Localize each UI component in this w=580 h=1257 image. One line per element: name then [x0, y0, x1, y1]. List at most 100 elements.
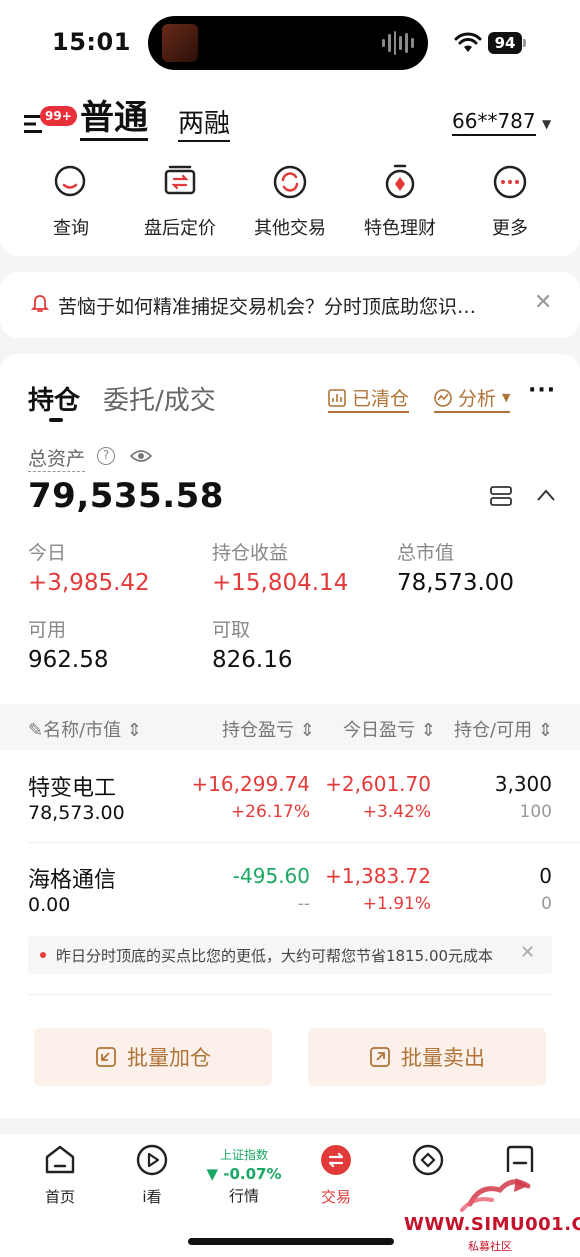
holding-pnl-percent: --: [297, 894, 310, 914]
withdrawable-value: 826.16: [212, 647, 293, 673]
quick-action-after-hours[interactable]: 盘后定价: [130, 164, 230, 240]
column-label: 今日盈亏: [343, 720, 415, 741]
batch-sell-button[interactable]: 批量卖出: [308, 1028, 546, 1086]
more-options-icon[interactable]: ···: [528, 378, 556, 403]
column-label: 持仓/可用: [454, 720, 533, 741]
tab-label: 交易: [320, 1188, 351, 1206]
quick-action-more[interactable]: 更多: [460, 164, 560, 240]
tab-normal-account[interactable]: 普通: [80, 98, 148, 141]
saving-tip[interactable]: 昨日分时顶底的买点比您的更低，大约可帮您节省1815.00元成本 ✕: [28, 936, 552, 974]
more-icon: [493, 165, 527, 199]
table-row[interactable]: 特变电工 78,573.00 +16,299.74 +26.17% +2,601…: [0, 754, 580, 840]
tab-market[interactable]: 上证指数 ▼ -0.07% 行情: [199, 1146, 289, 1206]
positions-card: 持仓 委托/成交 已清仓 分析 ▼ ··· 总资产 ? 79,535.58 今日…: [0, 354, 580, 1118]
header: 99+ 普通 两融 66**787 ▼: [0, 90, 580, 156]
today-pnl: +2,601.70: [325, 772, 431, 796]
tab-label: 首页: [44, 1188, 75, 1206]
notice-banner[interactable]: 苦恼于如何精准捕捉交易机会？分时顶底助您识… ✕: [0, 272, 580, 338]
positions-table-header: ✎名称/市值 ⇕ 持仓盈亏 ⇕ 今日盈亏 ⇕ 持仓/可用 ⇕: [0, 704, 580, 750]
battery-tip: [523, 39, 526, 47]
exchange-icon: [273, 165, 307, 199]
analysis-dropdown[interactable]: 分析 ▼: [434, 384, 511, 413]
tab-margin-account[interactable]: 两融: [178, 108, 231, 142]
stock-market-value: 78,573.00: [28, 802, 125, 824]
pencil-icon: ✎: [28, 720, 44, 741]
caret-down-icon[interactable]: ▼: [542, 117, 551, 131]
column-label: 名称/市值: [43, 720, 122, 741]
quick-action-other-trade[interactable]: 其他交易: [240, 164, 340, 240]
close-icon[interactable]: ✕: [520, 942, 535, 963]
play-icon: [136, 1144, 168, 1176]
analysis-label: 分析: [458, 388, 497, 410]
holding-pnl: +16,299.74: [191, 772, 310, 796]
status-bar: 15:01 94: [0, 0, 580, 90]
cleared-label: 已清仓: [352, 388, 410, 410]
now-playing-artwork: [162, 24, 198, 62]
holding-pnl-percent: +26.17%: [230, 802, 310, 822]
bell-icon: [30, 295, 50, 312]
search-icon: [54, 165, 86, 197]
market-value: 78,573.00: [397, 570, 515, 596]
today-pnl: +1,383.72: [325, 864, 431, 888]
tab-home[interactable]: 首页: [15, 1144, 105, 1207]
quick-action-wealth[interactable]: 特色理财: [350, 164, 450, 240]
column-holding-pnl[interactable]: 持仓盈亏 ⇕: [222, 716, 315, 742]
quick-action-query[interactable]: 查询: [21, 164, 121, 240]
caret-down-icon: ▼: [502, 391, 511, 404]
holding-pnl-value: +15,804.14: [212, 570, 349, 596]
tab-watch[interactable]: i看: [107, 1144, 197, 1207]
audio-wave-icon: [382, 30, 414, 56]
column-name-mv[interactable]: ✎名称/市值 ⇕: [28, 716, 142, 742]
total-asset-label[interactable]: 总资产: [28, 444, 86, 472]
account-selector[interactable]: 66**787: [452, 108, 536, 136]
status-time: 15:01: [52, 28, 131, 56]
quick-action-label: 盘后定价: [144, 218, 216, 239]
table-row[interactable]: 海格通信 0.00 -495.60 -- +1,383.72 +1.91% 0 …: [0, 844, 580, 930]
tab-label: 行情: [228, 1187, 259, 1205]
watermark-subtext: 私募社区: [468, 1240, 512, 1253]
home-indicator[interactable]: [188, 1238, 394, 1245]
holding-quantity: 0: [539, 864, 552, 888]
available-label: 可用: [28, 619, 67, 641]
today-pnl-value: +3,985.42: [28, 570, 150, 596]
total-asset-value: 79,535.58: [28, 476, 224, 516]
cleared-positions-link[interactable]: 已清仓: [328, 384, 410, 413]
stock-name: 海格通信: [28, 868, 117, 893]
today-pnl-percent: +3.42%: [362, 802, 431, 822]
sell-position-icon: [370, 1047, 390, 1067]
batch-add-button[interactable]: 批量加仓: [34, 1028, 272, 1086]
sort-icon: ⇕: [299, 720, 315, 741]
quick-action-label: 更多: [492, 218, 528, 239]
batch-add-label: 批量加仓: [127, 1046, 211, 1070]
section-divider: [28, 994, 552, 995]
quick-action-label: 特色理财: [364, 218, 436, 239]
holding-pnl-label: 持仓收益: [212, 542, 289, 564]
column-holding-available[interactable]: 持仓/可用 ⇕: [454, 716, 553, 742]
layout-toggle-icon[interactable]: [490, 486, 512, 506]
help-icon[interactable]: ?: [97, 447, 115, 465]
sort-icon: ⇕: [420, 720, 436, 741]
column-today-pnl[interactable]: 今日盈亏 ⇕: [343, 716, 436, 742]
holding-pnl: -495.60: [232, 864, 310, 888]
after-hours-icon: [164, 165, 196, 195]
close-icon[interactable]: ✕: [534, 290, 552, 315]
withdrawable-label: 可取: [212, 619, 251, 641]
active-tab-indicator: [49, 418, 63, 422]
tab-trade[interactable]: 交易: [291, 1144, 381, 1207]
quick-action-label: 查询: [53, 218, 89, 239]
market-value-label: 总市值: [397, 542, 455, 564]
chevron-up-icon[interactable]: [536, 488, 556, 502]
holding-quantity: 3,300: [494, 772, 552, 796]
sort-icon: ⇕: [126, 720, 142, 741]
eye-icon[interactable]: [130, 448, 152, 464]
tab-orders[interactable]: 委托/成交: [103, 380, 216, 417]
add-position-icon: [96, 1047, 116, 1067]
stock-market-value: 0.00: [28, 894, 71, 916]
batch-sell-label: 批量卖出: [401, 1046, 485, 1070]
quick-actions: 查询 盘后定价 其他交易 特色理财 更多: [0, 150, 580, 256]
today-pnl-label: 今日: [28, 542, 67, 564]
dynamic-island[interactable]: [148, 16, 428, 70]
sort-icon: ⇕: [537, 720, 553, 741]
tab-label: i看: [142, 1188, 162, 1206]
tab-holdings[interactable]: 持仓: [28, 380, 80, 417]
